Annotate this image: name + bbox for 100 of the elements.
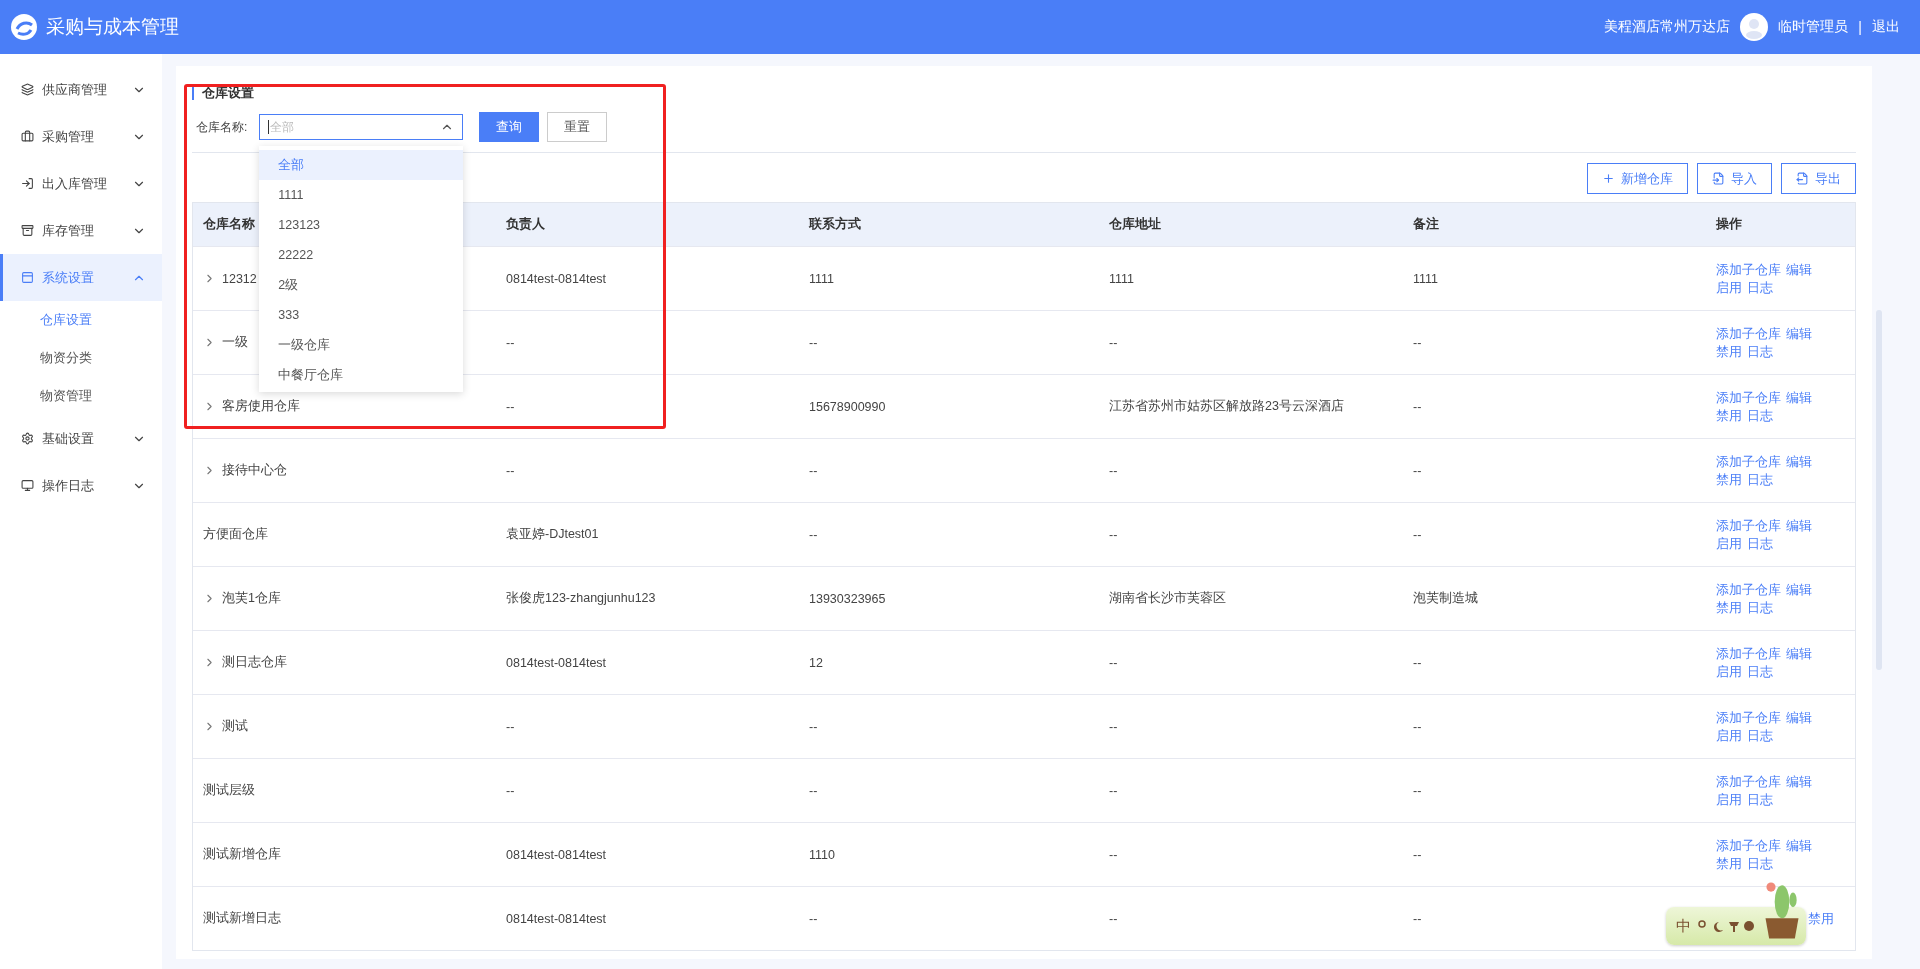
user-name: 临时管理员 — [1778, 18, 1849, 36]
store-name: 美程酒店常州万达店 — [1604, 18, 1731, 36]
separator: | — [1858, 19, 1862, 35]
table-cell: -- — [809, 527, 818, 542]
sidebar-item[interactable]: 操作日志 — [0, 462, 162, 509]
action-link[interactable]: 日志 — [1747, 662, 1773, 681]
action-link[interactable]: 编辑 — [1786, 452, 1812, 471]
table-cell: -- — [1413, 719, 1422, 734]
action-link[interactable]: 编辑 — [1786, 836, 1812, 855]
action-link[interactable]: 编辑 — [1786, 580, 1812, 599]
table-cell: 测试新增仓库 — [203, 846, 281, 863]
action-link[interactable]: 编辑 — [1786, 772, 1812, 791]
action-link[interactable]: 启用 — [1716, 790, 1742, 809]
ime-icons — [1697, 918, 1757, 934]
action-link[interactable]: 添加子仓库 — [1716, 388, 1781, 407]
layers-icon — [21, 83, 34, 96]
action-button[interactable]: 导出 — [1781, 163, 1856, 194]
action-link[interactable]: 日志 — [1747, 342, 1773, 361]
sidebar-subitem[interactable]: 物资分类 — [0, 339, 162, 377]
table-cell: 1110 — [809, 847, 835, 862]
action-link[interactable]: 编辑 — [1786, 644, 1812, 663]
dropdown-option[interactable]: 2级 — [259, 270, 464, 300]
table-cell: -- — [1413, 655, 1422, 670]
action-link[interactable]: 添加子仓库 — [1716, 324, 1781, 343]
table-cell: 泡芙制造城 — [1413, 590, 1478, 607]
dropdown-option[interactable]: 一级仓库 — [259, 330, 464, 360]
action-link[interactable]: 编辑 — [1786, 324, 1812, 343]
table-cell: 测试层级 — [203, 782, 255, 799]
action-link[interactable]: 日志 — [1747, 534, 1773, 553]
table-cell: 袁亚婷-DJtest01 — [506, 526, 599, 543]
column-header: 负责人 — [506, 217, 545, 231]
action-link[interactable]: 禁用 — [1716, 470, 1742, 489]
table-cell: 测日志仓库 — [222, 654, 287, 671]
action-link[interactable]: 禁用 — [1716, 854, 1742, 873]
column-header: 联系方式 — [809, 217, 861, 231]
sidebar-item[interactable]: 系统设置 — [0, 254, 162, 301]
action-link[interactable]: 编辑 — [1786, 708, 1812, 727]
warehouse-select[interactable]: 全部 — [259, 114, 464, 140]
table-cell: -- — [1413, 911, 1422, 926]
dropdown-option[interactable]: 333 — [259, 300, 464, 330]
table-cell: -- — [1109, 911, 1118, 926]
sidebar-item[interactable]: 供应商管理 — [0, 66, 162, 113]
action-link[interactable]: 禁用 — [1716, 342, 1742, 361]
action-link[interactable]: 添加子仓库 — [1716, 580, 1781, 599]
action-link[interactable]: 日志 — [1747, 406, 1773, 425]
action-link[interactable]: 添加子仓库 — [1716, 708, 1781, 727]
action-link[interactable]: 添加子仓库 — [1716, 516, 1781, 535]
action-link[interactable]: 编辑 — [1786, 388, 1812, 407]
table-cell: 一级 — [222, 334, 248, 351]
action-link[interactable]: 添加子仓库 — [1716, 452, 1781, 471]
table-cell: 0814test-0814test — [506, 911, 607, 926]
action-link[interactable]: 启用 — [1716, 278, 1742, 297]
action-link[interactable]: 添加子仓库 — [1716, 260, 1781, 279]
sidebar-item[interactable]: 基础设置 — [0, 415, 162, 462]
ime-mode[interactable]: 中 — [1676, 916, 1691, 936]
table-cell: 12312 — [222, 271, 257, 286]
action-link[interactable]: 日志 — [1747, 726, 1773, 745]
action-link[interactable]: 添加子仓库 — [1716, 772, 1781, 791]
document-icon — [1712, 172, 1725, 185]
dropdown-option[interactable]: 1111 — [259, 180, 464, 210]
table-cell: 1111 — [809, 271, 835, 286]
action-link[interactable]: 编辑 — [1786, 516, 1812, 535]
sidebar-item[interactable]: 出入库管理 — [0, 160, 162, 207]
dropdown-option[interactable]: 中餐厅仓库 — [259, 360, 464, 390]
action-link[interactable]: 禁用 — [1808, 909, 1834, 928]
action-link[interactable]: 禁用 — [1716, 598, 1742, 617]
column-header: 备注 — [1413, 217, 1439, 231]
action-button[interactable]: 导入 — [1697, 163, 1772, 194]
table-cell: 0814test-0814test — [506, 847, 607, 862]
action-link[interactable]: 启用 — [1716, 534, 1742, 553]
sidebar-item[interactable]: 采购管理 — [0, 113, 162, 160]
action-link[interactable]: 禁用 — [1716, 406, 1742, 425]
sidebar-subitem[interactable]: 仓库设置 — [0, 301, 162, 339]
action-link[interactable]: 添加子仓库 — [1716, 644, 1781, 663]
logout-link[interactable]: 退出 — [1872, 18, 1900, 36]
table-cell: -- — [506, 335, 515, 350]
table-cell: 13930323965 — [809, 591, 886, 606]
table-cell: -- — [506, 463, 515, 478]
table-cell: 0814test-0814test — [506, 655, 607, 670]
sidebar-item[interactable]: 库存管理 — [0, 207, 162, 254]
action-link[interactable]: 添加子仓库 — [1716, 836, 1781, 855]
action-link[interactable]: 日志 — [1747, 470, 1773, 489]
table-cell: -- — [809, 335, 818, 350]
reset-button[interactable]: 重置 — [547, 112, 608, 142]
table-cell: 0814test-0814test — [506, 271, 607, 286]
action-link[interactable]: 日志 — [1747, 854, 1773, 873]
dropdown-option[interactable]: 全部 — [259, 150, 464, 180]
table-cell: -- — [1413, 783, 1422, 798]
action-link[interactable]: 日志 — [1747, 598, 1773, 617]
action-link[interactable]: 启用 — [1716, 662, 1742, 681]
action-button[interactable]: 新增仓库 — [1587, 163, 1688, 194]
action-link[interactable]: 日志 — [1747, 278, 1773, 297]
action-link[interactable]: 编辑 — [1786, 260, 1812, 279]
sidebar-subitem[interactable]: 物资管理 — [0, 377, 162, 415]
column-header: 操作 — [1716, 217, 1742, 231]
action-link[interactable]: 启用 — [1716, 726, 1742, 745]
action-link[interactable]: 日志 — [1747, 790, 1773, 809]
dropdown-option[interactable]: 123123 — [259, 210, 464, 240]
dropdown-option[interactable]: 22222 — [259, 240, 464, 270]
query-button[interactable]: 查询 — [479, 112, 540, 142]
